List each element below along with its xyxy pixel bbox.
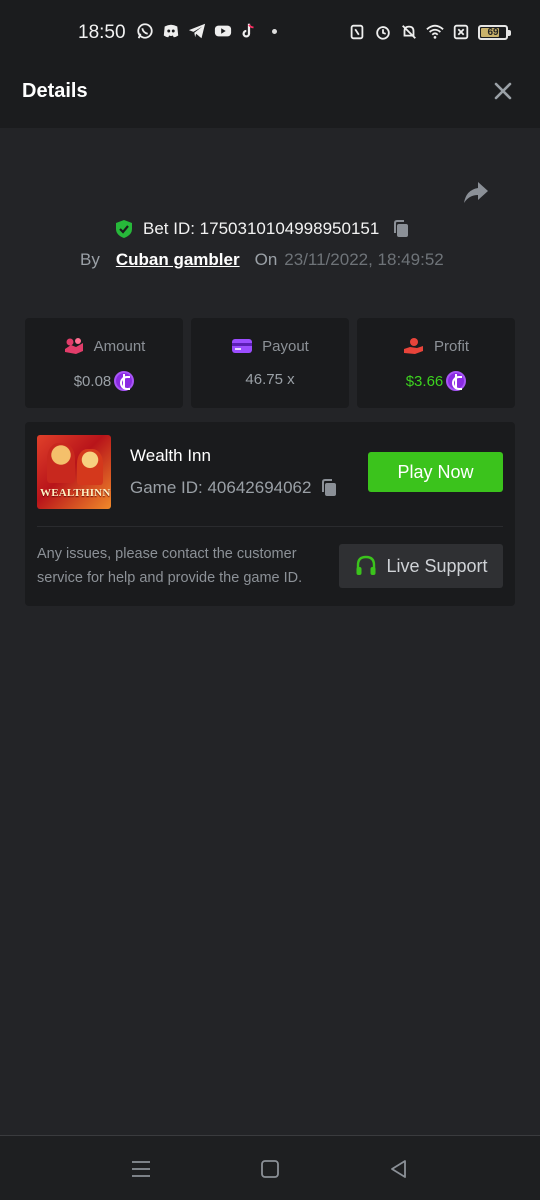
game-thumbnail[interactable]: WEALTHINN [37, 435, 111, 509]
dot-icon [272, 28, 277, 34]
home-icon[interactable] [259, 1158, 281, 1180]
bet-meta-row: By Cuban gambler On 23/11/2022, 18:49:52 [80, 250, 444, 270]
status-time: 18:50 [78, 22, 126, 43]
game-card: WEALTHINN Wealth Inn Game ID: 4064269406… [25, 422, 515, 606]
wifi-icon [426, 24, 444, 39]
payout-value: 46.75 x [245, 371, 295, 388]
coin-icon [114, 371, 135, 391]
headset-icon [356, 555, 376, 575]
amount-value: $0.08 [73, 372, 112, 390]
details-header: Details [0, 56, 540, 128]
live-support-button[interactable]: Live Support [339, 544, 503, 588]
bet-id-row: Bet ID: 1750310104998950151 [115, 218, 411, 240]
amount-label: Amount [93, 337, 146, 355]
share-icon[interactable] [462, 178, 490, 206]
play-now-button[interactable]: Play Now [368, 452, 503, 492]
system-nav-bar [0, 1135, 540, 1200]
shield-check-icon [116, 220, 132, 238]
game-id: Game ID: 40642694062 [130, 478, 312, 497]
coin-icon [446, 371, 467, 391]
live-support-label: Live Support [386, 555, 488, 576]
bet-date: 23/11/2022, 18:49:52 [284, 250, 444, 269]
payout-label: Payout [262, 337, 309, 355]
divider [37, 526, 503, 527]
payout-box: Payout 46.75 x [191, 318, 349, 408]
no-sim-icon [453, 24, 469, 40]
amount-icon [64, 338, 83, 354]
profit-hand-icon [403, 338, 423, 354]
whatsapp-icon [137, 23, 153, 39]
nfc-icon [350, 24, 364, 40]
close-icon[interactable] [490, 78, 516, 104]
telegram-icon [188, 23, 206, 39]
game-name: Wealth Inn [130, 446, 211, 465]
on-label: On [254, 250, 278, 269]
battery-level: 69 [487, 26, 499, 38]
thumbnail-logo: WEALTHINN [40, 487, 111, 499]
youtube-icon [214, 25, 232, 37]
status-bar: 18:50 69 [0, 0, 540, 56]
page-title: Details [22, 80, 88, 102]
battery-icon: 69 [478, 24, 511, 40]
support-notice: Any issues, please contact the customer … [37, 546, 303, 586]
profit-label: Profit [433, 337, 469, 355]
profit-box: Profit $3.66 [357, 318, 515, 408]
by-label: By [80, 250, 100, 269]
copy-game-id-icon[interactable] [319, 478, 339, 498]
system-icons: 69 [348, 23, 511, 41]
game-id-row: Game ID: 40642694062 [130, 478, 339, 498]
notification-icons [136, 22, 277, 40]
menu-icon[interactable] [130, 1158, 152, 1180]
discord-icon [163, 24, 179, 38]
back-icon[interactable] [388, 1158, 410, 1180]
profit-value: $3.66 [405, 372, 444, 390]
copy-bet-id-icon[interactable] [391, 219, 411, 239]
payout-card-icon [232, 339, 253, 353]
bet-id: Bet ID: 1750310104998950151 [143, 219, 380, 238]
amount-box: Amount $0.08 [25, 318, 183, 408]
mute-icon [402, 25, 416, 39]
alarm-icon [376, 26, 390, 40]
tiktok-icon [242, 23, 254, 38]
user-link[interactable]: Cuban gambler [116, 250, 240, 270]
